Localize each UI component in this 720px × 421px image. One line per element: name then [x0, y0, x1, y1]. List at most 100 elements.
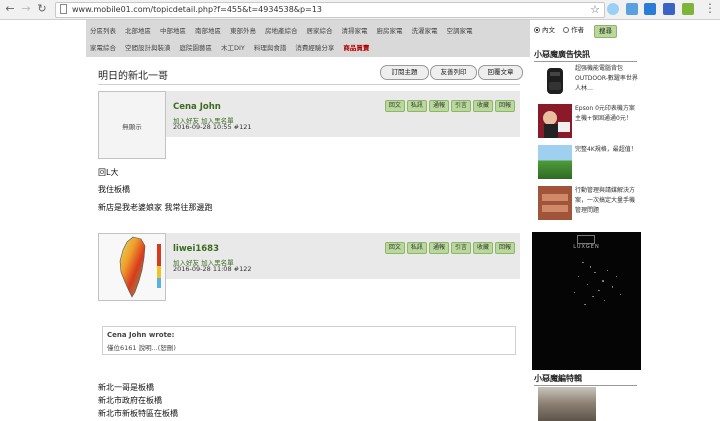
url-text: www.mobile01.com/topicdetail.php?f=455&t… — [72, 5, 322, 14]
post-text-line: 我住板橋 — [98, 185, 130, 194]
taiwan-map-image — [119, 236, 161, 298]
print-button[interactable]: 友善列印 — [430, 65, 477, 80]
category-link[interactable]: 中部地區 — [160, 25, 186, 35]
extension-icon[interactable] — [607, 3, 619, 15]
extension-icon[interactable] — [644, 3, 656, 15]
report-button[interactable]: 通報 — [428, 100, 449, 112]
browser-toolbar: ← → ↻ www.mobile01.com/topicdetail.php?f… — [0, 0, 720, 20]
feedback-button[interactable]: 回報 — [494, 100, 515, 112]
message-button[interactable]: 私訊 — [406, 242, 427, 254]
report-button[interactable]: 通報 — [428, 242, 449, 254]
main-content: 分區列表 北部地區 中部地區 南部地區 東部外島 房地產綜合 居家綜合 清掃家電 廚房家電 洗濯家… — [86, 20, 530, 421]
extension-icon[interactable] — [682, 3, 694, 15]
category-row: 家電綜合 空間設計與裝潢 庭院園藝區 木工DIY 料理與食譜 消費經驗分享 商品買賣 — [90, 42, 378, 52]
avatar — [98, 233, 166, 301]
bookmark-star-icon[interactable]: ☆ — [590, 3, 600, 16]
ad-item[interactable]: 行動管理與請媒解決方案，一次搞定大量手機管理問題 — [538, 186, 638, 222]
category-link-highlight[interactable]: 商品買賣 — [343, 42, 369, 52]
post-author[interactable]: Cena John — [173, 102, 221, 112]
ad-item[interactable]: 超强機能電腦背包 OUTDOOR-數躍率世界人林… — [538, 64, 638, 100]
category-link[interactable]: 木工DIY — [221, 42, 245, 52]
banner-graphic — [574, 262, 621, 305]
post-header: liwei1683 加入好友 加入黑名單 2016-09-28 11:08 #1… — [98, 233, 520, 301]
feedback-button[interactable]: 回報 — [494, 242, 515, 254]
post-date: 2016-09-28 10:55 #121 — [173, 123, 252, 131]
category-link[interactable]: 清掃家電 — [342, 25, 368, 35]
category-nav: 分區列表 北部地區 中部地區 南部地區 東部外島 房地產綜合 居家綜合 清掃家電 廚房家電 洗濯家… — [86, 20, 530, 57]
ad-text: 超强機能電腦背包 OUTDOOR-數躍率世界人林… — [575, 65, 638, 92]
quote-author: Cena John wrote: — [107, 331, 175, 339]
back-icon[interactable]: ← — [3, 2, 17, 16]
menu-icon[interactable]: ⋮ — [704, 1, 716, 15]
category-link[interactable]: 空間設計與裝潢 — [125, 42, 171, 52]
topic-title: 明日的新北一哥 — [98, 71, 168, 82]
page-margin-right — [641, 20, 720, 421]
sidebar: 內文 作者 搜尋 小惡魔廣告快訊 超强機能電腦背包 OUTDOOR-數躍率世界人… — [530, 20, 641, 421]
avatar: 無顯示 — [98, 91, 166, 159]
divider — [98, 84, 520, 85]
ad-item[interactable]: 完整4K規格，最超值！ — [538, 145, 638, 181]
category-link[interactable]: 家電綜合 — [90, 42, 116, 52]
favorite-button[interactable]: 收藏 — [472, 242, 493, 254]
category-link[interactable]: 洗濯家電 — [412, 25, 438, 35]
reply-button[interactable]: 回文 — [384, 100, 405, 112]
radio-content[interactable] — [534, 27, 540, 33]
extension-icon[interactable] — [663, 3, 675, 15]
topic-header: 明日的新北一哥 訂閱主題 友善列印 回覆文章 — [98, 65, 523, 83]
category-link[interactable]: 東部外島 — [230, 25, 256, 35]
banner-ad[interactable]: LUXGEN — [532, 232, 641, 370]
radio-label: 內文 — [542, 26, 555, 34]
radio-label: 作者 — [571, 26, 585, 34]
quote-text: 僅位6161 說明...(恕刪) — [107, 344, 176, 352]
quote-button[interactable]: 引言 — [450, 100, 471, 112]
quote-box: Cena John wrote: 僅位6161 說明...(恕刪) — [102, 326, 516, 355]
page-icon — [60, 4, 67, 14]
message-button[interactable]: 私訊 — [406, 100, 427, 112]
post-text-line: 新北一哥是板橋 — [98, 383, 154, 392]
category-row: 分區列表 北部地區 中部地區 南部地區 東部外島 房地產綜合 居家綜合 清掃家電 廚房家電 洗濯家… — [90, 25, 482, 35]
post-actions: 回文 私訊 通報 引言 收藏 回報 — [383, 100, 515, 112]
ad-thumbnail — [538, 64, 572, 98]
ad-item[interactable]: Epson 0元印表機方案 主機+保固通通0元！ — [538, 104, 638, 140]
post-text-line: 新店是我老婆娘家 我常往那邊跑 — [98, 203, 213, 212]
reply-topic-button[interactable]: 回覆文章 — [478, 65, 523, 80]
favorite-button[interactable]: 收藏 — [472, 100, 493, 112]
category-link[interactable]: 房地產綜合 — [265, 25, 298, 35]
search-options: 內文 作者 — [534, 24, 584, 34]
post-author[interactable]: liwei1683 — [173, 244, 219, 254]
post-text-line: 新北市新板特區在板橋 — [98, 409, 178, 418]
feature-thumbnail[interactable] — [538, 387, 596, 421]
search-button[interactable]: 搜尋 — [594, 25, 617, 38]
extension-icon[interactable] — [626, 3, 638, 15]
address-bar[interactable]: www.mobile01.com/topicdetail.php?f=455&t… — [55, 2, 605, 18]
avatar-placeholder-text: 無顯示 — [122, 123, 142, 131]
reply-button[interactable]: 回文 — [384, 242, 405, 254]
post-text-line: 回L大 — [98, 168, 119, 177]
ad-thumbnail — [538, 145, 572, 179]
subscribe-button[interactable]: 訂閱主題 — [380, 65, 429, 80]
divider — [534, 61, 637, 62]
category-link[interactable]: 分區列表 — [90, 25, 116, 35]
category-link[interactable]: 空調家電 — [447, 25, 473, 35]
quote-button[interactable]: 引言 — [450, 242, 471, 254]
page-margin-left — [0, 20, 86, 421]
post-date: 2016-09-28 11:08 #122 — [173, 265, 252, 273]
radio-author[interactable] — [563, 27, 570, 33]
post-header: 無顯示 Cena John 加入好友 加入黑名單 2016-09-28 10:5… — [98, 91, 520, 159]
category-link[interactable]: 廚房家電 — [377, 25, 403, 35]
ad-thumbnail — [538, 104, 572, 138]
category-link[interactable]: 南部地區 — [195, 25, 221, 35]
forward-icon[interactable]: → — [19, 2, 33, 16]
divider — [534, 385, 637, 386]
ads-heading: 小惡魔廣告快訊 — [534, 50, 590, 59]
reload-icon[interactable]: ↻ — [35, 2, 49, 16]
ad-text: Epson 0元印表機方案 主機+保固通通0元！ — [575, 105, 635, 122]
post-actions: 回文 私訊 通報 引言 收藏 回報 — [383, 242, 515, 254]
post-text-line: 新北市政府在板橋 — [98, 396, 162, 405]
category-link[interactable]: 居家綜合 — [307, 25, 333, 35]
category-link[interactable]: 北部地區 — [125, 25, 151, 35]
ad-text: 行動管理與請媒解決方案，一次搞定大量手機管理問題 — [575, 187, 636, 214]
category-link[interactable]: 料理與食譜 — [254, 42, 287, 52]
category-link[interactable]: 庭院園藝區 — [180, 42, 213, 52]
category-link[interactable]: 消費經驗分享 — [295, 42, 334, 52]
